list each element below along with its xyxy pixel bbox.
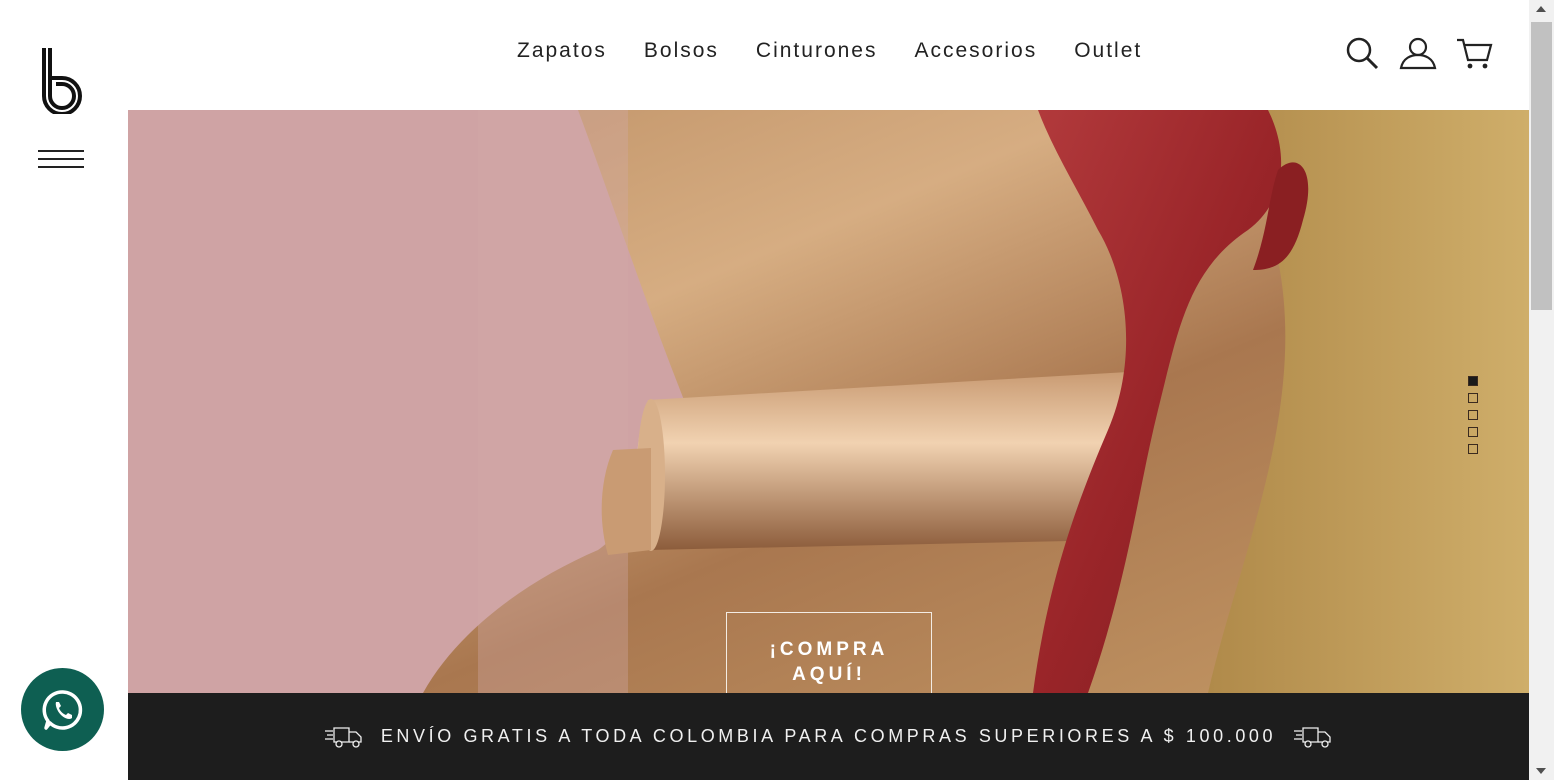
slider-pagination (1468, 376, 1478, 454)
delivery-truck-icon (1294, 726, 1331, 748)
shop-now-button[interactable]: ¡COMPRA AQUÍ! (726, 612, 932, 693)
slide-dot-4[interactable] (1468, 427, 1478, 437)
nav-item-outlet[interactable]: Outlet (1074, 36, 1142, 66)
main-nav: Zapatos Bolsos Cinturones Accesorios Out… (517, 36, 1142, 66)
free-shipping-banner: ENVÍO GRATIS A TODA COLOMBIA PARA COMPRA… (128, 693, 1529, 780)
whatsapp-icon (42, 689, 82, 730)
nav-item-accesorios[interactable]: Accesorios (914, 36, 1037, 66)
cta-line-1: ¡COMPRA (769, 639, 889, 660)
nav-item-bolsos[interactable]: Bolsos (644, 36, 719, 66)
search-icon[interactable] (1343, 34, 1381, 72)
user-icon[interactable] (1399, 34, 1437, 72)
scroll-down-arrow[interactable] (1536, 768, 1546, 774)
header-actions (1343, 34, 1493, 72)
page-scrollbar[interactable] (1529, 0, 1554, 780)
left-rail (0, 0, 128, 780)
shipping-text: ENVÍO GRATIS A TODA COLOMBIA PARA COMPRA… (380, 726, 1277, 746)
hero-image (128, 110, 1529, 693)
slide-dot-1[interactable] (1468, 376, 1478, 386)
cart-icon[interactable] (1455, 34, 1493, 72)
whatsapp-button[interactable] (21, 668, 104, 751)
hero-slider: ¡COMPRA AQUÍ! (128, 110, 1529, 693)
hamburger-icon[interactable] (38, 150, 84, 172)
cta-line-2: AQUÍ! (792, 664, 866, 685)
delivery-truck-icon (324, 726, 362, 748)
scroll-up-arrow[interactable] (1536, 6, 1546, 12)
nav-item-cinturones[interactable]: Cinturones (756, 36, 878, 66)
site-header: Zapatos Bolsos Cinturones Accesorios Out… (128, 0, 1529, 110)
slide-dot-3[interactable] (1468, 410, 1478, 420)
brand-logo[interactable] (38, 44, 86, 116)
slide-dot-2[interactable] (1468, 393, 1478, 403)
nav-item-zapatos[interactable]: Zapatos (517, 36, 607, 66)
slide-dot-5[interactable] (1468, 444, 1478, 454)
scroll-thumb[interactable] (1531, 22, 1552, 310)
